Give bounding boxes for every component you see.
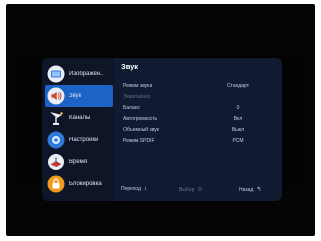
sidebar-item-picture[interactable]: Изображен..	[45, 63, 113, 85]
lock-icon	[47, 175, 65, 193]
setting-row-balance[interactable]: Баланс 0	[123, 105, 273, 114]
sound-settings-content: Звук Режим звука Стандарт Эквалайзер Бал…	[118, 58, 278, 201]
picture-icon	[47, 65, 65, 83]
footer-hints: Переход ↕ Выбор ⊙ Назад ↰	[118, 186, 278, 196]
sidebar-item-label: Настройки	[69, 137, 99, 143]
clock-icon	[47, 153, 65, 171]
setting-value: Стандарт	[226, 83, 250, 89]
setting-label: Эквалайзер	[123, 94, 151, 100]
hint-select-label: Выбор	[179, 186, 195, 193]
settings-menu-panel: Изображен.. Звук Каналы Настройки Время	[42, 58, 282, 201]
sidebar-item-time[interactable]: Время	[45, 151, 113, 173]
back-arrow-icon: ↰	[256, 187, 262, 193]
setting-label: Автогромкость	[123, 116, 158, 122]
setting-label: Режим звука	[123, 83, 153, 89]
sidebar-item-channels[interactable]: Каналы	[45, 107, 113, 129]
updown-arrows-icon: ↕	[143, 186, 147, 192]
sidebar-item-label: Время	[69, 159, 88, 165]
hint-navigate: Переход ↕	[121, 186, 147, 192]
setting-label: Объемный звук	[123, 127, 159, 133]
setting-label: Баланс	[123, 105, 141, 111]
setting-row-equalizer: Эквалайзер	[123, 94, 273, 103]
page-title: Звук	[121, 62, 139, 71]
sidebar-item-label: Звук	[69, 93, 82, 99]
sidebar-item-label: Каналы	[69, 115, 91, 121]
sidebar: Изображен.. Звук Каналы Настройки Время	[42, 58, 114, 201]
setting-label: Режим SPDIF	[123, 138, 155, 144]
sound-icon	[47, 87, 65, 105]
setting-value: Выкл	[231, 127, 245, 133]
hint-select: Выбор ⊙	[179, 186, 203, 194]
setting-row-spdif-mode[interactable]: Режим SPDIF PCM	[123, 138, 273, 147]
sidebar-item-lock[interactable]: Блокировка	[45, 173, 113, 195]
setting-row-auto-volume[interactable]: Автогромкость Вкл	[123, 116, 273, 125]
hint-back-label: Назад	[239, 186, 254, 193]
antenna-icon	[47, 109, 65, 127]
setting-value: PCM	[232, 138, 244, 144]
hint-back: Назад ↰	[239, 186, 262, 194]
setting-row-surround[interactable]: Объемный звук Выкл	[123, 127, 273, 136]
setting-value: Вкл	[233, 116, 243, 122]
sidebar-item-label: Изображен..	[69, 71, 104, 77]
sidebar-item-sound[interactable]: Звук	[45, 85, 113, 107]
sidebar-item-label: Блокировка	[69, 181, 102, 187]
setting-value: 0	[236, 105, 240, 111]
ok-icon: ⊙	[197, 187, 203, 193]
setting-row-sound-mode[interactable]: Режим звука Стандарт	[123, 83, 273, 92]
hint-navigate-label: Переход	[121, 186, 141, 192]
sidebar-item-settings[interactable]: Настройки	[45, 129, 113, 151]
settings-icon	[47, 131, 65, 149]
